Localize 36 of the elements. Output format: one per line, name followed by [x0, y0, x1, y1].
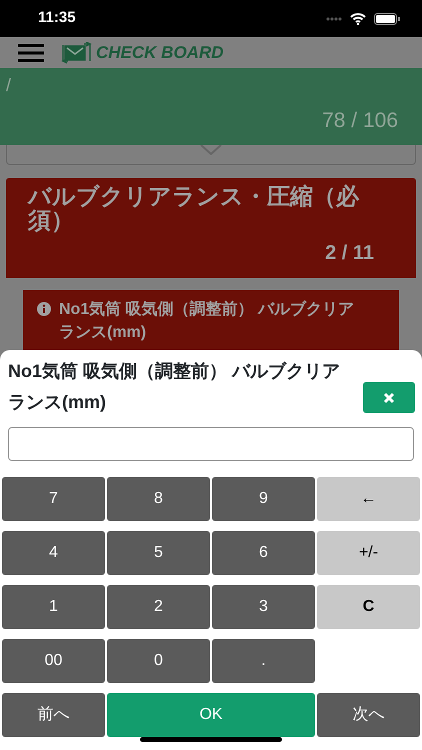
keypad-key[interactable]: 5	[107, 531, 210, 576]
keypad-key[interactable]: 4	[2, 531, 105, 576]
keypad-key[interactable]: C	[317, 585, 420, 630]
info-icon	[37, 302, 51, 316]
app-title: CHECK BOARD	[96, 42, 224, 64]
keypad-key[interactable]: 0	[107, 639, 210, 684]
keypad-key[interactable]: .	[212, 639, 315, 684]
signal-icon	[326, 16, 342, 20]
chevron-down-icon	[200, 145, 222, 155]
keypad-key[interactable]: +/-	[317, 531, 420, 576]
keypad-key[interactable]: 前へ	[2, 693, 105, 738]
logo-icon	[60, 42, 92, 64]
progress-count: 78 / 106	[322, 109, 398, 132]
value-field[interactable]	[8, 427, 414, 462]
keypad-key[interactable]: 00	[2, 639, 105, 684]
keypad-key[interactable]: 3	[212, 585, 315, 630]
banner-text: /	[6, 74, 12, 97]
keypad-key[interactable]: 次へ	[317, 693, 420, 738]
ok-button[interactable]: OK	[107, 693, 315, 738]
question-text: No1気筒 吸気側（調整前） バルブクリアランス(mm)	[59, 299, 355, 344]
keypad-key[interactable]: 9	[212, 477, 315, 522]
status-time: 11:35	[38, 8, 76, 28]
battery-icon	[374, 12, 400, 24]
close-button[interactable]	[363, 382, 415, 414]
close-icon	[383, 392, 395, 404]
keypad-key[interactable]: 1	[2, 585, 105, 630]
menu-icon[interactable]	[18, 44, 44, 62]
section-title: バルブクリアランス・圧縮（必須）	[26, 182, 360, 232]
wifi-icon	[350, 12, 366, 24]
keypad-key[interactable]: 8	[107, 477, 210, 522]
keypad-key[interactable]: 7	[2, 477, 105, 522]
keypad-key[interactable]: ←	[317, 477, 420, 522]
section-count: 2 / 11	[325, 242, 374, 264]
keypad-key[interactable]: 2	[107, 585, 210, 630]
keypad-title: No1気筒 吸気側（調整前） バルブクリアランス(mm)	[8, 360, 342, 414]
keypad-key[interactable]: 6	[212, 531, 315, 576]
